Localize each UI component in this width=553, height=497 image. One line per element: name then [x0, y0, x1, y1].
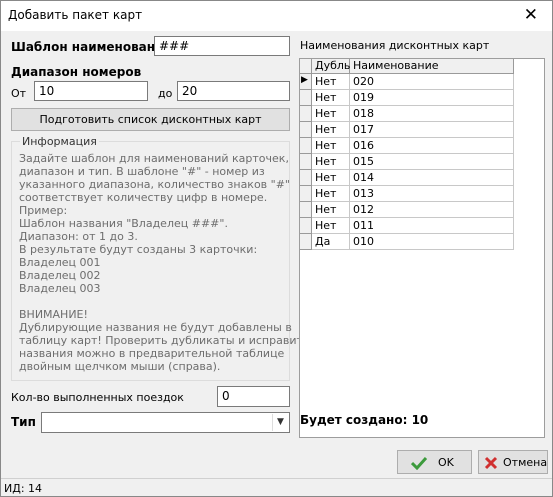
- row-indicator[interactable]: [300, 170, 312, 186]
- info-line: Шаблон названия "Владелец ###".: [19, 217, 228, 230]
- row-indicator[interactable]: ▶: [300, 74, 312, 90]
- cell-dup[interactable]: Нет: [312, 106, 350, 122]
- close-icon[interactable]: ✕: [524, 5, 538, 25]
- cell-name[interactable]: 016: [350, 138, 514, 154]
- row-indicator[interactable]: [300, 106, 312, 122]
- cell-name[interactable]: 020: [350, 74, 514, 90]
- table-row[interactable]: Нет 013: [300, 186, 544, 202]
- info-line: Владелец 001: [19, 256, 101, 269]
- cell-dup[interactable]: Да: [312, 234, 350, 250]
- template-label: Шаблон наименования: [11, 40, 172, 54]
- trips-label: Кол-во выполненных поездок: [11, 391, 184, 404]
- ok-button[interactable]: OK: [397, 450, 472, 474]
- current-row-icon: ▶: [301, 75, 308, 85]
- cell-name[interactable]: 010: [350, 234, 514, 250]
- info-legend: Информация: [20, 135, 99, 148]
- info-line: Диапазон: от 1 до 3.: [19, 230, 138, 243]
- summary-text: Будет создано: 10: [300, 413, 429, 427]
- grid-corner: [300, 59, 312, 74]
- info-line: таблицу карт! Проверить дубликаты и испр…: [19, 334, 310, 347]
- ok-label: OK: [438, 456, 454, 469]
- info-line: двойным щелчком мыши (справа).: [19, 360, 221, 373]
- row-indicator[interactable]: [300, 122, 312, 138]
- cell-name[interactable]: 014: [350, 170, 514, 186]
- row-indicator[interactable]: [300, 154, 312, 170]
- cell-dup[interactable]: Нет: [312, 218, 350, 234]
- type-select[interactable]: ▼: [41, 412, 290, 433]
- table-row[interactable]: Нет 014: [300, 170, 544, 186]
- row-indicator[interactable]: [300, 186, 312, 202]
- cell-name[interactable]: 013: [350, 186, 514, 202]
- cards-grid[interactable]: Дубль Наименование ▶ Нет 020 Нет 019 Нет 018 Не…: [299, 58, 545, 438]
- table-row[interactable]: Нет 011: [300, 218, 544, 234]
- row-indicator[interactable]: [300, 218, 312, 234]
- cell-name[interactable]: 012: [350, 202, 514, 218]
- range-from-label: От: [11, 87, 27, 100]
- range-to-input[interactable]: 20: [177, 81, 290, 101]
- row-indicator[interactable]: [300, 202, 312, 218]
- chevron-down-icon[interactable]: ▼: [272, 414, 288, 431]
- cell-dup[interactable]: Нет: [312, 186, 350, 202]
- grid-header: Дубль Наименование: [300, 59, 544, 74]
- table-row[interactable]: Нет 019: [300, 90, 544, 106]
- template-input[interactable]: ###: [154, 36, 290, 56]
- status-id: ИД: 14: [4, 482, 43, 495]
- table-row[interactable]: Нет 017: [300, 122, 544, 138]
- table-row[interactable]: Нет 012: [300, 202, 544, 218]
- info-line: Дублирующие названия не будут добавлены …: [19, 321, 292, 334]
- cell-name[interactable]: 015: [350, 154, 514, 170]
- cell-dup[interactable]: Нет: [312, 90, 350, 106]
- row-indicator[interactable]: [300, 234, 312, 250]
- window-title: Добавить пакет карт: [8, 8, 143, 22]
- cell-dup[interactable]: Нет: [312, 202, 350, 218]
- cell-dup[interactable]: Нет: [312, 122, 350, 138]
- cell-name[interactable]: 019: [350, 90, 514, 106]
- checkmark-icon: [411, 456, 427, 470]
- cancel-x-icon: [484, 456, 498, 470]
- table-row[interactable]: Да 010: [300, 234, 544, 250]
- info-line: соответствует количеству цифр в номере.: [19, 191, 268, 204]
- cell-dup[interactable]: Нет: [312, 138, 350, 154]
- cell-dup[interactable]: Нет: [312, 154, 350, 170]
- table-row[interactable]: Нет 015: [300, 154, 544, 170]
- cancel-label: Отмена: [503, 456, 548, 469]
- info-line: В результате будут созданы 3 карточки:: [19, 243, 258, 256]
- dialog-window: Добавить пакет карт ✕ Шаблон наименовани…: [0, 0, 553, 497]
- column-header-name[interactable]: Наименование: [350, 59, 514, 74]
- info-line: Владелец 003: [19, 282, 101, 295]
- info-line: Пример:: [19, 204, 68, 217]
- cell-name[interactable]: 011: [350, 218, 514, 234]
- list-label: Наименования дисконтных карт: [300, 39, 490, 52]
- info-line: ВНИМАНИЕ!: [19, 308, 88, 321]
- info-line: [19, 295, 284, 308]
- title-bar: Добавить пакет карт ✕: [1, 1, 552, 31]
- row-indicator[interactable]: [300, 138, 312, 154]
- table-row[interactable]: Нет 016: [300, 138, 544, 154]
- info-line: диапазон и тип. В шаблоне "#" - номер из: [19, 165, 265, 178]
- info-line: указанного диапазона, количество знаков …: [19, 178, 290, 191]
- cell-name[interactable]: 018: [350, 106, 514, 122]
- cell-dup[interactable]: Нет: [312, 170, 350, 186]
- cell-name[interactable]: 017: [350, 122, 514, 138]
- cancel-button[interactable]: Отмена: [478, 450, 548, 474]
- range-to-label: до: [158, 87, 173, 100]
- table-row[interactable]: ▶ Нет 020: [300, 74, 544, 90]
- range-label: Диапазон номеров: [11, 65, 142, 79]
- info-line: Задайте шаблон для наименований карточек…: [19, 152, 289, 165]
- info-line: Владелец 002: [19, 269, 101, 282]
- table-row[interactable]: Нет 018: [300, 106, 544, 122]
- row-indicator[interactable]: [300, 90, 312, 106]
- range-from-input[interactable]: 10: [34, 81, 148, 101]
- info-group: Информация Задайте шаблон для наименован…: [11, 135, 310, 381]
- type-label: Тип: [11, 415, 36, 429]
- cell-dup[interactable]: Нет: [312, 74, 350, 90]
- prepare-list-button[interactable]: Подготовить список дисконтных карт: [11, 108, 290, 131]
- status-bar: ИД: 14: [1, 478, 552, 497]
- trips-input[interactable]: 0: [217, 386, 290, 407]
- column-header-dup[interactable]: Дубль: [312, 59, 350, 74]
- info-text: Задайте шаблон для наименований карточек…: [19, 152, 310, 373]
- info-line: названия можно в предварительной таблице: [19, 347, 285, 360]
